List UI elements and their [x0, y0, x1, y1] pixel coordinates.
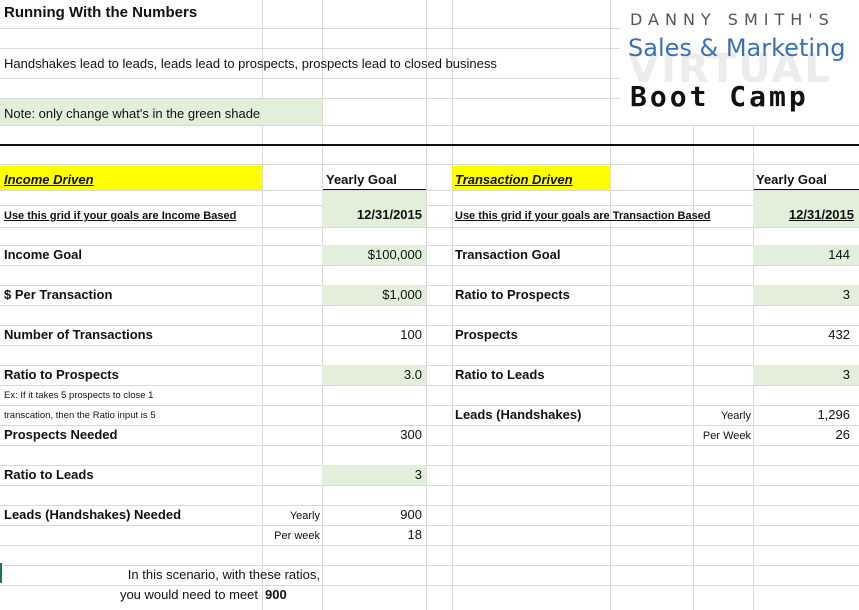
income-section-title[interactable]: Income Driven: [4, 170, 94, 190]
example-note-line1[interactable]: Ex: If it takes 5 prospects to close 1: [4, 386, 153, 406]
logo-danny-smith: DANNY SMITH'S: [630, 10, 835, 29]
income-ratio-leads-value[interactable]: 3: [322, 465, 422, 485]
per-transaction-value[interactable]: $1,000: [322, 285, 422, 305]
transaction-instruction[interactable]: Use this grid if your goals are Transact…: [455, 206, 711, 226]
transaction-col-header[interactable]: Yearly Goal: [756, 170, 827, 190]
income-per-week-value[interactable]: 18: [322, 525, 422, 545]
transaction-ratio-prospects-value[interactable]: 3: [753, 285, 850, 305]
num-transactions-label[interactable]: Number of Transactions: [4, 325, 153, 345]
income-date[interactable]: 12/31/2015: [322, 205, 422, 225]
cell-cursor: [0, 563, 2, 583]
transaction-header-underline: [754, 189, 859, 190]
example-note-line2[interactable]: transcation, then the Ratio input is 5: [4, 406, 156, 426]
leads-needed-label[interactable]: Leads (Handshakes) Needed: [4, 505, 181, 525]
scenario-line1[interactable]: In this scenario, with these ratios,: [0, 565, 320, 585]
logo-sales-marketing: Sales & Marketing: [628, 34, 846, 62]
income-goal-label[interactable]: Income Goal: [4, 245, 82, 265]
income-col-header[interactable]: Yearly Goal: [326, 170, 397, 190]
income-per-week-label[interactable]: Per week: [262, 526, 320, 546]
transaction-per-week-label[interactable]: Per Week: [693, 426, 751, 446]
income-yearly-label[interactable]: Yearly: [262, 506, 320, 526]
transaction-prospects-value[interactable]: 432: [753, 325, 850, 345]
transaction-date[interactable]: 12/31/2015: [753, 205, 854, 225]
income-ratio-prospects-label[interactable]: Ratio to Prospects: [4, 365, 119, 385]
num-transactions-value[interactable]: 100: [322, 325, 422, 345]
transaction-goal-value[interactable]: 144: [753, 245, 850, 265]
transaction-ratio-prospects-label[interactable]: Ratio to Prospects: [455, 285, 570, 305]
prospects-needed-value[interactable]: 300: [322, 425, 422, 445]
income-yearly-value[interactable]: 900: [322, 505, 422, 525]
divider-line: [0, 144, 859, 146]
transaction-prospects-label[interactable]: Prospects: [455, 325, 518, 345]
transaction-ratio-leads-label[interactable]: Ratio to Leads: [455, 365, 545, 385]
prospects-needed-label[interactable]: Prospects Needed: [4, 425, 117, 445]
income-goal-value[interactable]: $100,000: [322, 245, 422, 265]
transaction-ratio-leads-value[interactable]: 3: [753, 365, 850, 385]
income-instruction[interactable]: Use this grid if your goals are Income B…: [4, 206, 236, 226]
income-ratio-prospects-value[interactable]: 3.0: [322, 365, 422, 385]
page-title[interactable]: Running With the Numbers: [4, 3, 197, 23]
per-transaction-label[interactable]: $ Per Transaction: [4, 285, 112, 305]
transaction-leads-label[interactable]: Leads (Handshakes): [455, 405, 581, 425]
transaction-per-week-value[interactable]: 26: [753, 425, 850, 445]
transaction-yearly-label[interactable]: Yearly: [693, 406, 751, 426]
logo-boot-camp: Boot Camp: [630, 80, 809, 113]
transaction-section-title[interactable]: Transaction Driven: [455, 170, 573, 190]
transaction-goal-label[interactable]: Transaction Goal: [455, 245, 560, 265]
boot-camp-logo: DANNY SMITH'S VIRTUAL Sales & Marketing …: [620, 0, 859, 125]
income-header-underline: [323, 189, 426, 190]
transaction-yearly-value[interactable]: 1,296: [753, 405, 850, 425]
note-text[interactable]: Note: only change what's in the green sh…: [4, 104, 260, 124]
tagline[interactable]: Handshakes lead to leads, leads lead to …: [4, 54, 497, 74]
scenario-value[interactable]: 900: [265, 585, 287, 605]
income-ratio-leads-label[interactable]: Ratio to Leads: [4, 465, 94, 485]
scenario-line2[interactable]: you would need to meet: [0, 585, 258, 605]
